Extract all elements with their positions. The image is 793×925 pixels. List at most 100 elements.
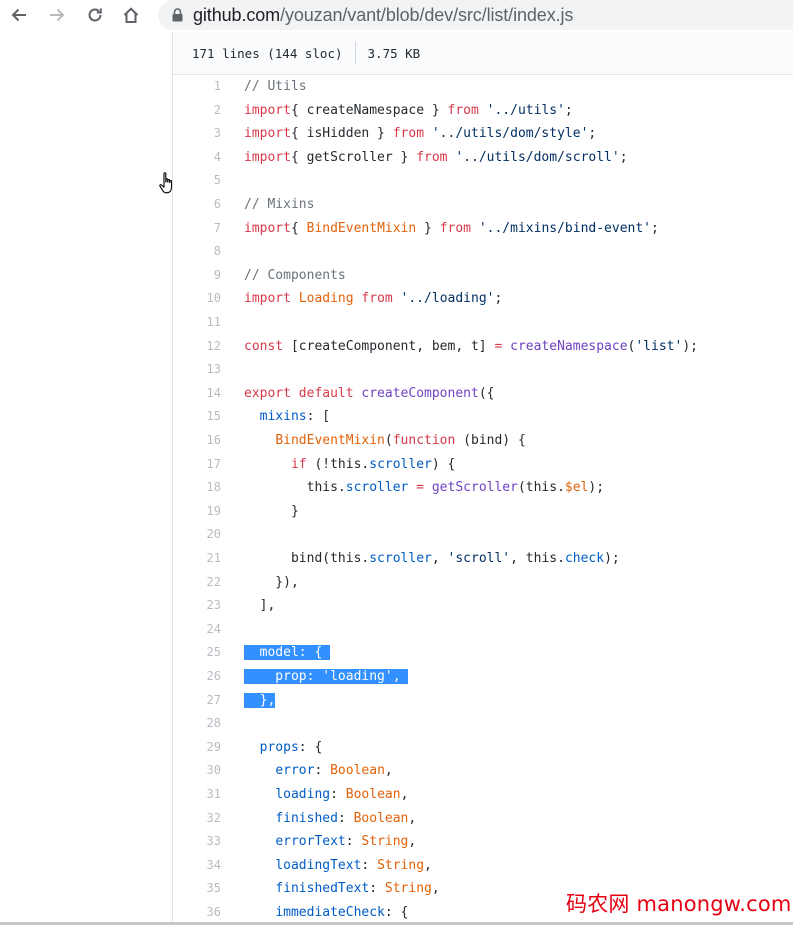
code-text: finishedText: String, [244,877,439,901]
code-line: 29 props: { [173,736,793,760]
line-number[interactable]: 18 [173,476,221,500]
line-number[interactable]: 32 [173,807,221,831]
code-token: , this. [510,551,565,566]
code-line: 13 [173,358,793,382]
code-text: this.scroller = getScroller(this.$el); [244,476,604,500]
code-text: import{ getScroller } from '../utils/dom… [244,146,628,170]
code-token: String [377,857,425,873]
code-token: if [290,456,307,472]
line-number[interactable]: 2 [173,99,221,123]
code-token: immediateCheck [275,905,385,920]
code-line: 23 ], [173,594,793,618]
code-token: (this. [517,480,565,496]
line-number[interactable]: 13 [173,358,221,382]
line-number[interactable]: 19 [173,500,221,524]
line-number[interactable]: 9 [173,264,221,288]
line-number[interactable]: 17 [173,453,221,477]
line-number[interactable]: 5 [173,169,221,193]
line-number[interactable]: 23 [173,594,221,618]
back-button[interactable] [6,0,32,30]
line-number[interactable]: 4 [173,146,221,170]
code-token: error [275,763,315,779]
code-token: const [244,338,284,354]
line-number[interactable]: 29 [173,736,221,760]
code-line: 28 [173,712,793,736]
line-number[interactable]: 34 [173,854,221,878]
code-token: bind(this. [244,551,370,566]
code-token: createComponent [353,385,479,401]
address-bar[interactable]: github.com/youzan/vant/blob/dev/src/list… [158,0,793,30]
home-button[interactable] [118,0,144,30]
code-token: export default [244,385,354,401]
code-token: ) { [431,456,456,472]
code-text: errorText: String, [244,830,416,854]
line-number[interactable]: 30 [173,759,221,783]
line-number[interactable]: 7 [173,217,221,241]
line-number[interactable]: 14 [173,382,221,406]
code-token: ); [604,551,620,566]
code-line: 30 error: Boolean, [173,759,793,783]
code-token: $el [564,480,589,496]
code-token: : [314,763,331,779]
code-line: 11 [173,311,793,335]
line-number[interactable]: 33 [173,830,221,854]
code-token: scroller [369,551,432,566]
code-token: : [345,834,362,850]
lock-icon [172,8,183,22]
url-text[interactable]: github.com/youzan/vant/blob/dev/src/list… [193,5,573,26]
code-line: 24 [173,618,793,642]
code-token: (!this. [306,456,370,472]
selected-code: model: { [244,645,331,661]
line-number[interactable]: 27 [173,689,221,713]
line-number[interactable]: 12 [173,335,221,359]
code-line: 17 if (!this.scroller) { [173,453,793,477]
code-text: // Components [244,264,346,288]
line-number[interactable]: 16 [173,429,221,453]
reload-icon [86,6,104,24]
code-token: , [408,810,417,826]
line-number[interactable]: 11 [173,311,221,335]
code-line: 32 finished: Boolean, [173,807,793,831]
code-token: : [361,857,378,873]
line-number[interactable]: 28 [173,712,221,736]
line-number[interactable]: 22 [173,571,221,595]
code-token: (bind) { [455,433,526,448]
line-number[interactable]: 31 [173,783,221,807]
forward-button[interactable] [44,0,70,30]
reload-button[interactable] [82,0,108,30]
line-number[interactable]: 24 [173,618,221,642]
code-token: check [564,551,605,566]
url-path: /youzan/vant/blob/dev/src/list/index.js [280,4,574,25]
code-text: model: { [244,641,331,665]
code-token: ); [588,480,605,496]
code-token: 'list' [635,338,683,354]
selected-code: }, [244,692,276,708]
code-token: createNamespace [502,338,628,354]
code-token: import [244,126,291,142]
line-number[interactable]: 6 [173,193,221,217]
line-number[interactable]: 10 [173,287,221,311]
line-number[interactable]: 20 [173,523,221,547]
line-number[interactable]: 1 [173,75,221,99]
line-number[interactable]: 3 [173,122,221,146]
line-number[interactable]: 35 [173,877,221,901]
code-text: // Mixins [244,193,314,217]
line-number[interactable]: 15 [173,405,221,429]
line-number[interactable]: 21 [173,547,221,571]
code-line: 27 }, [173,689,793,713]
code-token: : { [298,739,323,755]
code-token: scroller [369,456,432,472]
line-number[interactable]: 8 [173,240,221,264]
line-number[interactable]: 25 [173,641,221,665]
line-number[interactable]: 26 [173,665,221,689]
code-token: finishedText [275,881,370,897]
code-token: loading [275,787,331,802]
code-line: 19 } [173,500,793,524]
code-text: loading: Boolean, [244,783,408,807]
code-token: ( [384,433,393,448]
code-token: '../utils/dom/scroll' [447,149,620,165]
